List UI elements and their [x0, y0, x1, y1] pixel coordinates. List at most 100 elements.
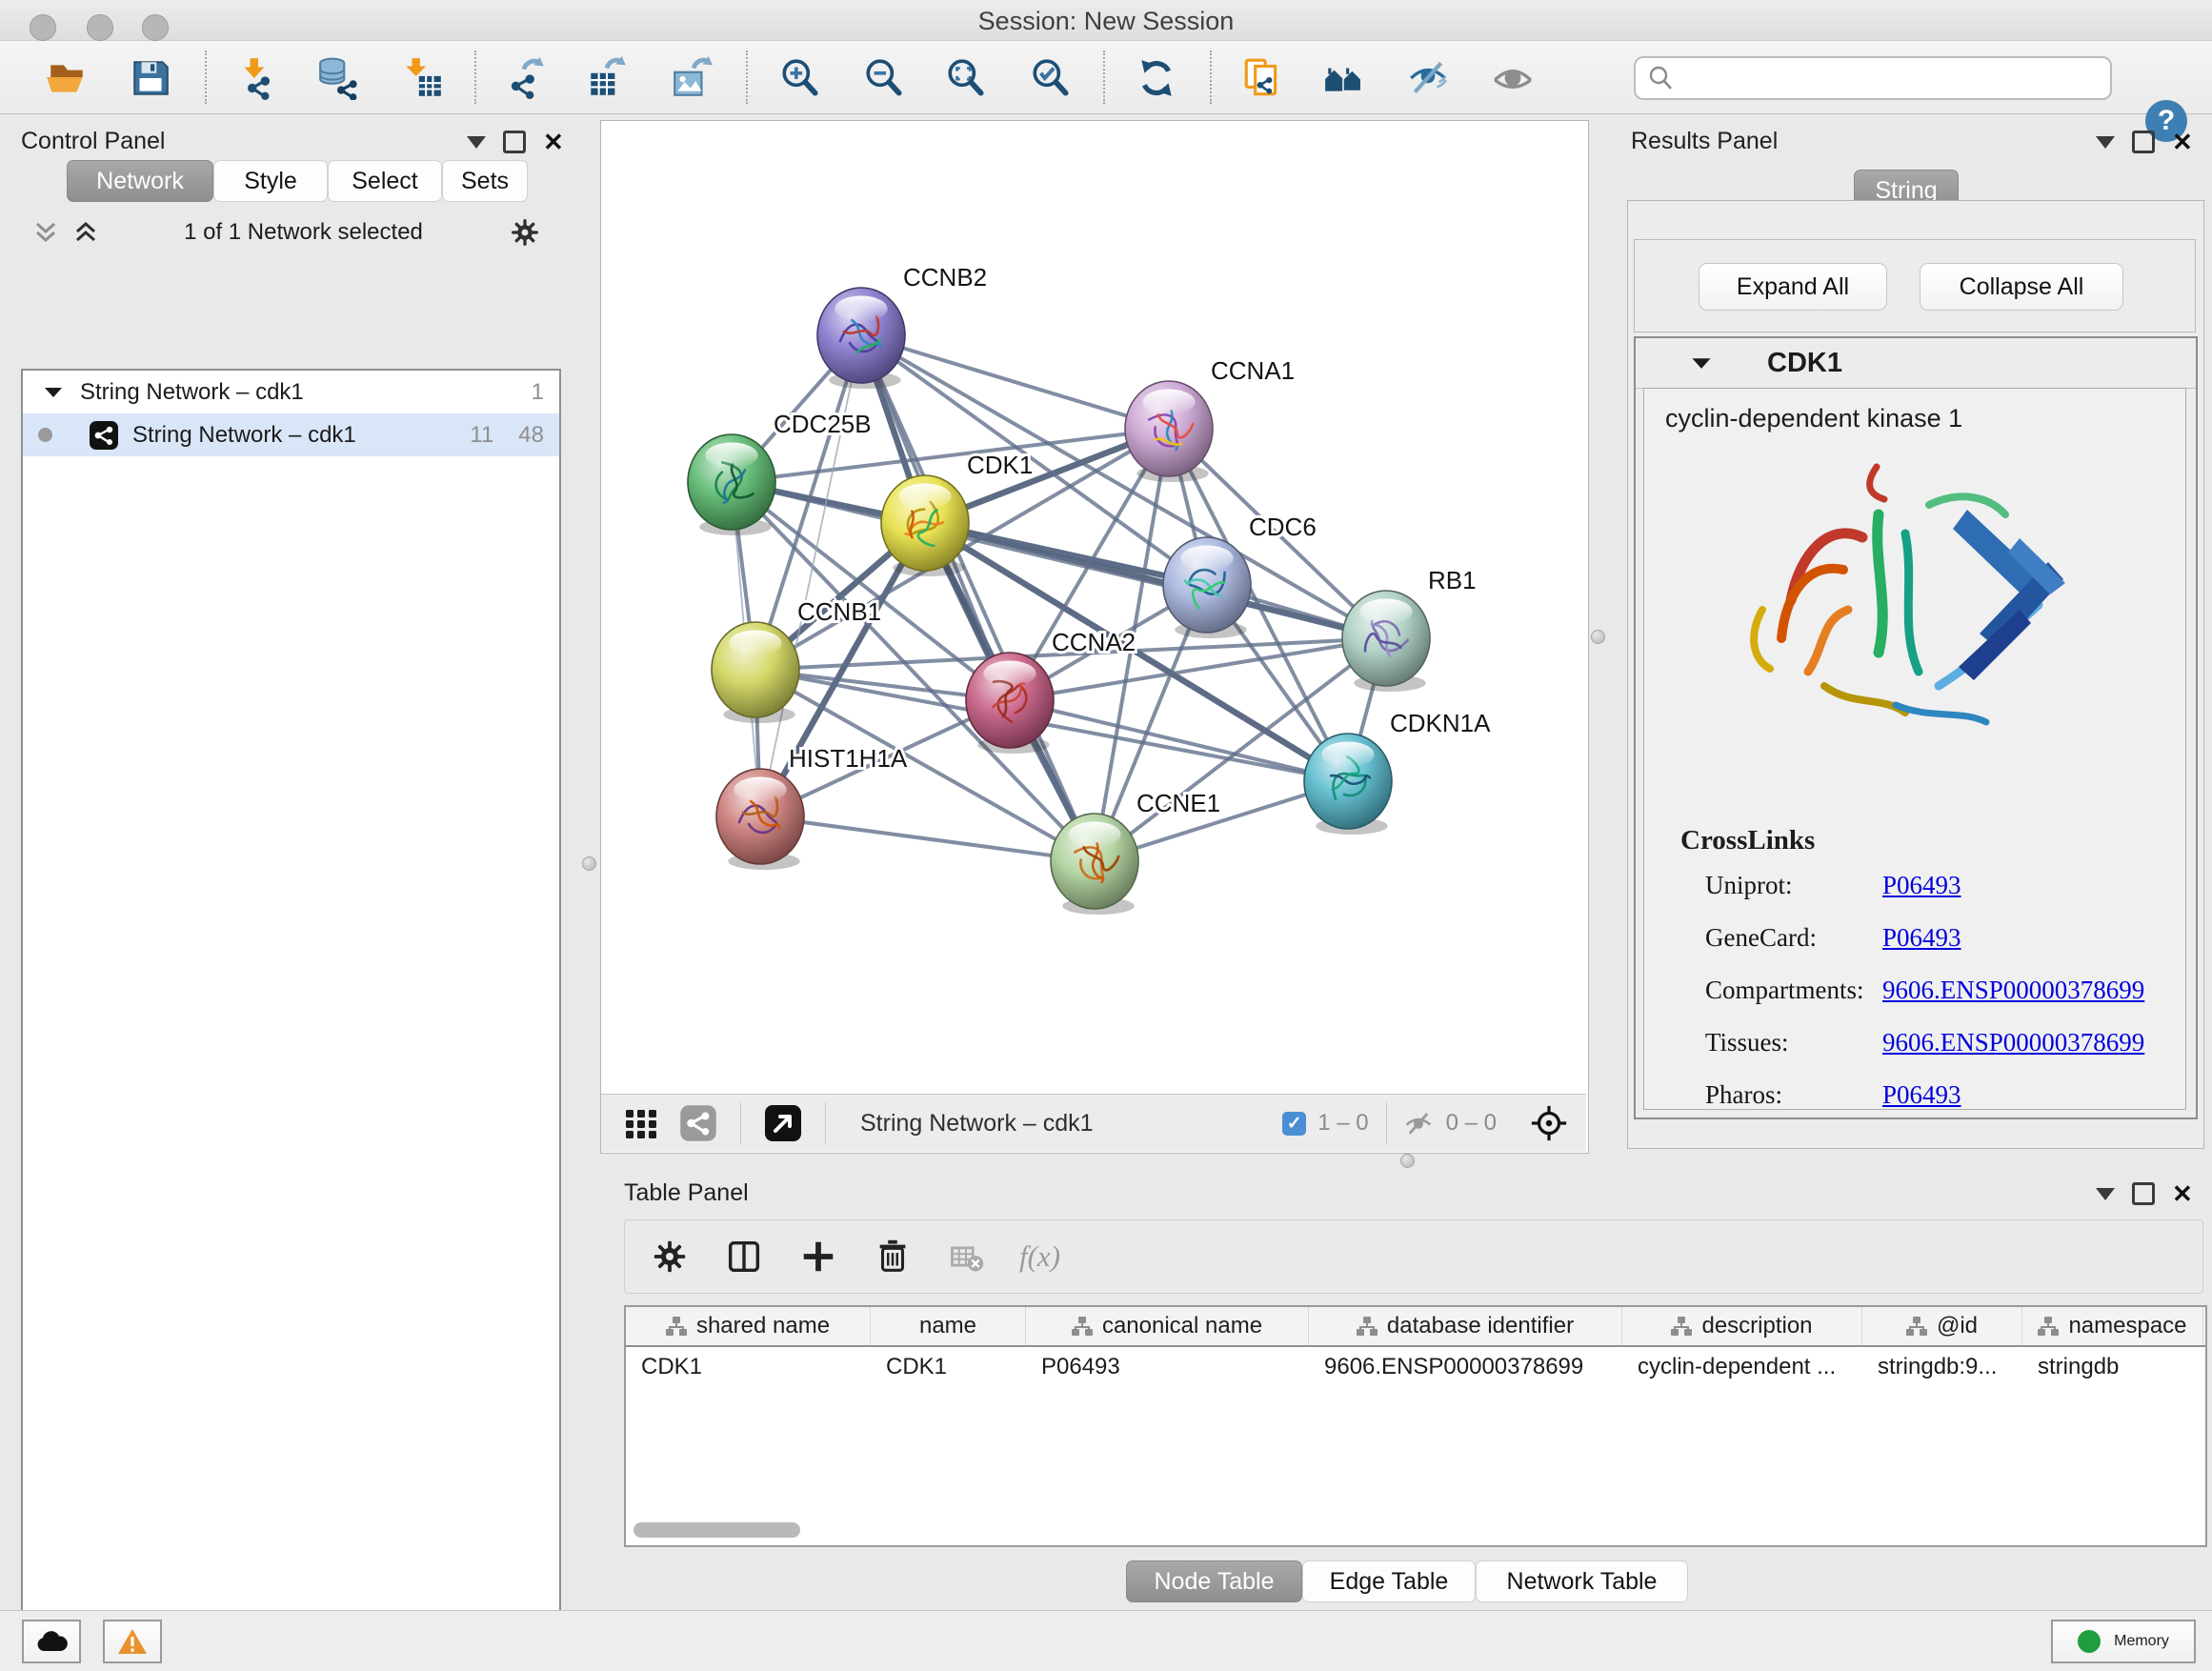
edge-CCNE1-HIST1H1A[interactable]: [760, 816, 1095, 861]
network-canvas[interactable]: CCNB2CCNA1CDC25BCDK1CDC6RB1CCNB1CCNA2CDK…: [601, 121, 1586, 1094]
table-cell[interactable]: 9606.ENSP00000378699: [1309, 1347, 1622, 1387]
zoom-out-icon: [862, 56, 906, 100]
horizontal-scrollbar[interactable]: [633, 1522, 800, 1538]
expand-collapse-box: Expand All Collapse All: [1634, 239, 2196, 332]
tab-sets[interactable]: Sets: [442, 160, 528, 202]
delete-column-icon[interactable]: [873, 1237, 913, 1277]
tree-expand-icon[interactable]: [44, 385, 63, 400]
crosslink-link[interactable]: P06493: [1882, 1080, 1961, 1110]
column-header-canonical-name[interactable]: canonical name: [1026, 1307, 1309, 1345]
window-title: Session: New Session: [0, 7, 2212, 36]
collapse-all-button[interactable]: Collapse All: [1920, 263, 2123, 311]
show-hidden-button[interactable]: [1489, 54, 1537, 102]
gear-icon[interactable]: [508, 215, 542, 250]
import-table-file-button[interactable]: [399, 54, 447, 102]
tab-network[interactable]: Network: [67, 160, 213, 202]
column-header-description[interactable]: description: [1622, 1307, 1862, 1345]
tab-edge-table[interactable]: Edge Table: [1302, 1560, 1476, 1602]
node-CCNE1[interactable]: [1051, 814, 1138, 915]
node-CCNB1[interactable]: [712, 622, 799, 723]
edge-CCNB2-CCNE1[interactable]: [861, 335, 1095, 861]
panel-close-icon[interactable]: ✕: [2172, 1181, 2193, 1206]
first-neighbors-button[interactable]: [1238, 54, 1286, 102]
tab-select[interactable]: Select: [328, 160, 442, 202]
collapse-all-chevron-icon[interactable]: [72, 218, 99, 247]
import-table-icon: [401, 56, 445, 100]
column-header-namespace[interactable]: namespace: [2022, 1307, 2203, 1345]
grid-view-icon[interactable]: [624, 1106, 658, 1140]
import-network-database-button[interactable]: [314, 54, 362, 102]
warnings-button[interactable]: [103, 1620, 162, 1663]
table-cell[interactable]: stringdb: [2022, 1347, 2203, 1387]
zoom-selected-button[interactable]: [1027, 54, 1075, 102]
panel-float-icon[interactable]: [2132, 131, 2155, 153]
crosslink-link[interactable]: P06493: [1882, 871, 1961, 900]
node-CDKN1A[interactable]: [1304, 734, 1392, 835]
column-header-name[interactable]: name: [871, 1307, 1026, 1345]
panel-float-icon[interactable]: [503, 131, 526, 153]
table-cell[interactable]: P06493: [1026, 1347, 1309, 1387]
search-box: [1634, 56, 2112, 100]
panel-close-icon[interactable]: ✕: [543, 130, 564, 154]
node-HIST1H1A[interactable]: [716, 769, 804, 870]
panel-menu-icon[interactable]: [2096, 1188, 2115, 1200]
entry-collapse-icon[interactable]: [1691, 355, 1712, 372]
search-input[interactable]: [1681, 60, 2095, 92]
import-network-file-button[interactable]: [234, 54, 282, 102]
memory-button[interactable]: Memory: [2051, 1620, 2196, 1663]
show-all-views-button[interactable]: [1320, 54, 1368, 102]
network-row[interactable]: String Network – cdk1 11 48: [23, 413, 559, 456]
selected-checkbox-icon[interactable]: ✓: [1282, 1112, 1306, 1136]
crosshair-icon[interactable]: [1529, 1103, 1569, 1143]
tab-node-table[interactable]: Node Table: [1126, 1560, 1302, 1602]
table-cell[interactable]: CDK1: [871, 1347, 1026, 1387]
open-session-button[interactable]: [43, 54, 90, 102]
save-session-button[interactable]: [127, 54, 174, 102]
network-collection-row[interactable]: String Network – cdk1 1: [23, 371, 559, 413]
column-type-icon: [1906, 1317, 1927, 1336]
crosslink-link[interactable]: P06493: [1882, 923, 1961, 953]
collection-count: 1: [532, 379, 544, 406]
node-CCNB2[interactable]: [817, 288, 905, 389]
table-gear-icon[interactable]: [650, 1237, 690, 1277]
right-splitter-handle[interactable]: [1591, 630, 1605, 644]
crosslink-link[interactable]: 9606.ENSP00000378699: [1882, 976, 2144, 1005]
table-cell[interactable]: cyclin-dependent ...: [1622, 1347, 1862, 1387]
node-CDC25B[interactable]: [688, 434, 775, 535]
node-CDK1[interactable]: [881, 475, 969, 576]
birdseye-view-icon[interactable]: [764, 1104, 802, 1142]
panel-close-icon[interactable]: ✕: [2172, 130, 2193, 154]
panel-float-icon[interactable]: [2132, 1182, 2155, 1205]
tab-network-table[interactable]: Network Table: [1476, 1560, 1688, 1602]
export-table-button[interactable]: [583, 54, 631, 102]
node-CCNA1[interactable]: [1125, 381, 1213, 482]
export-network-button[interactable]: [502, 54, 550, 102]
column-header-database-identifier[interactable]: database identifier: [1309, 1307, 1622, 1345]
column-header-@id[interactable]: @id: [1862, 1307, 2022, 1345]
cdk1-entry-header[interactable]: CDK1: [1636, 338, 2196, 389]
expand-all-chevron-icon[interactable]: [32, 218, 59, 247]
export-image-button[interactable]: [668, 54, 715, 102]
zoom-in-button[interactable]: [776, 54, 824, 102]
edge-CCNB2-CCNA1[interactable]: [861, 335, 1169, 429]
column-header-shared-name[interactable]: shared name: [626, 1307, 871, 1345]
tab-style[interactable]: Style: [213, 160, 328, 202]
show-columns-icon[interactable]: [724, 1237, 764, 1277]
footer-separator: [825, 1102, 826, 1144]
panel-menu-icon[interactable]: [467, 136, 486, 149]
table-cell[interactable]: CDK1: [626, 1347, 871, 1387]
node-CDC6[interactable]: [1163, 537, 1251, 638]
table-cell[interactable]: stringdb:9...: [1862, 1347, 2022, 1387]
zoom-out-button[interactable]: [860, 54, 908, 102]
hide-selected-button[interactable]: [1404, 54, 1452, 102]
automation-status-button[interactable]: [22, 1620, 81, 1663]
zoom-fit-button[interactable]: [942, 54, 990, 102]
add-column-icon[interactable]: [798, 1237, 838, 1277]
node-RB1[interactable]: [1342, 591, 1430, 692]
expand-all-button[interactable]: Expand All: [1699, 263, 1887, 311]
left-splitter-handle[interactable]: [582, 856, 596, 871]
panel-menu-icon[interactable]: [2096, 136, 2115, 149]
string-view-icon[interactable]: [679, 1104, 717, 1142]
crosslink-link[interactable]: 9606.ENSP00000378699: [1882, 1028, 2144, 1057]
refresh-button[interactable]: [1133, 54, 1180, 102]
